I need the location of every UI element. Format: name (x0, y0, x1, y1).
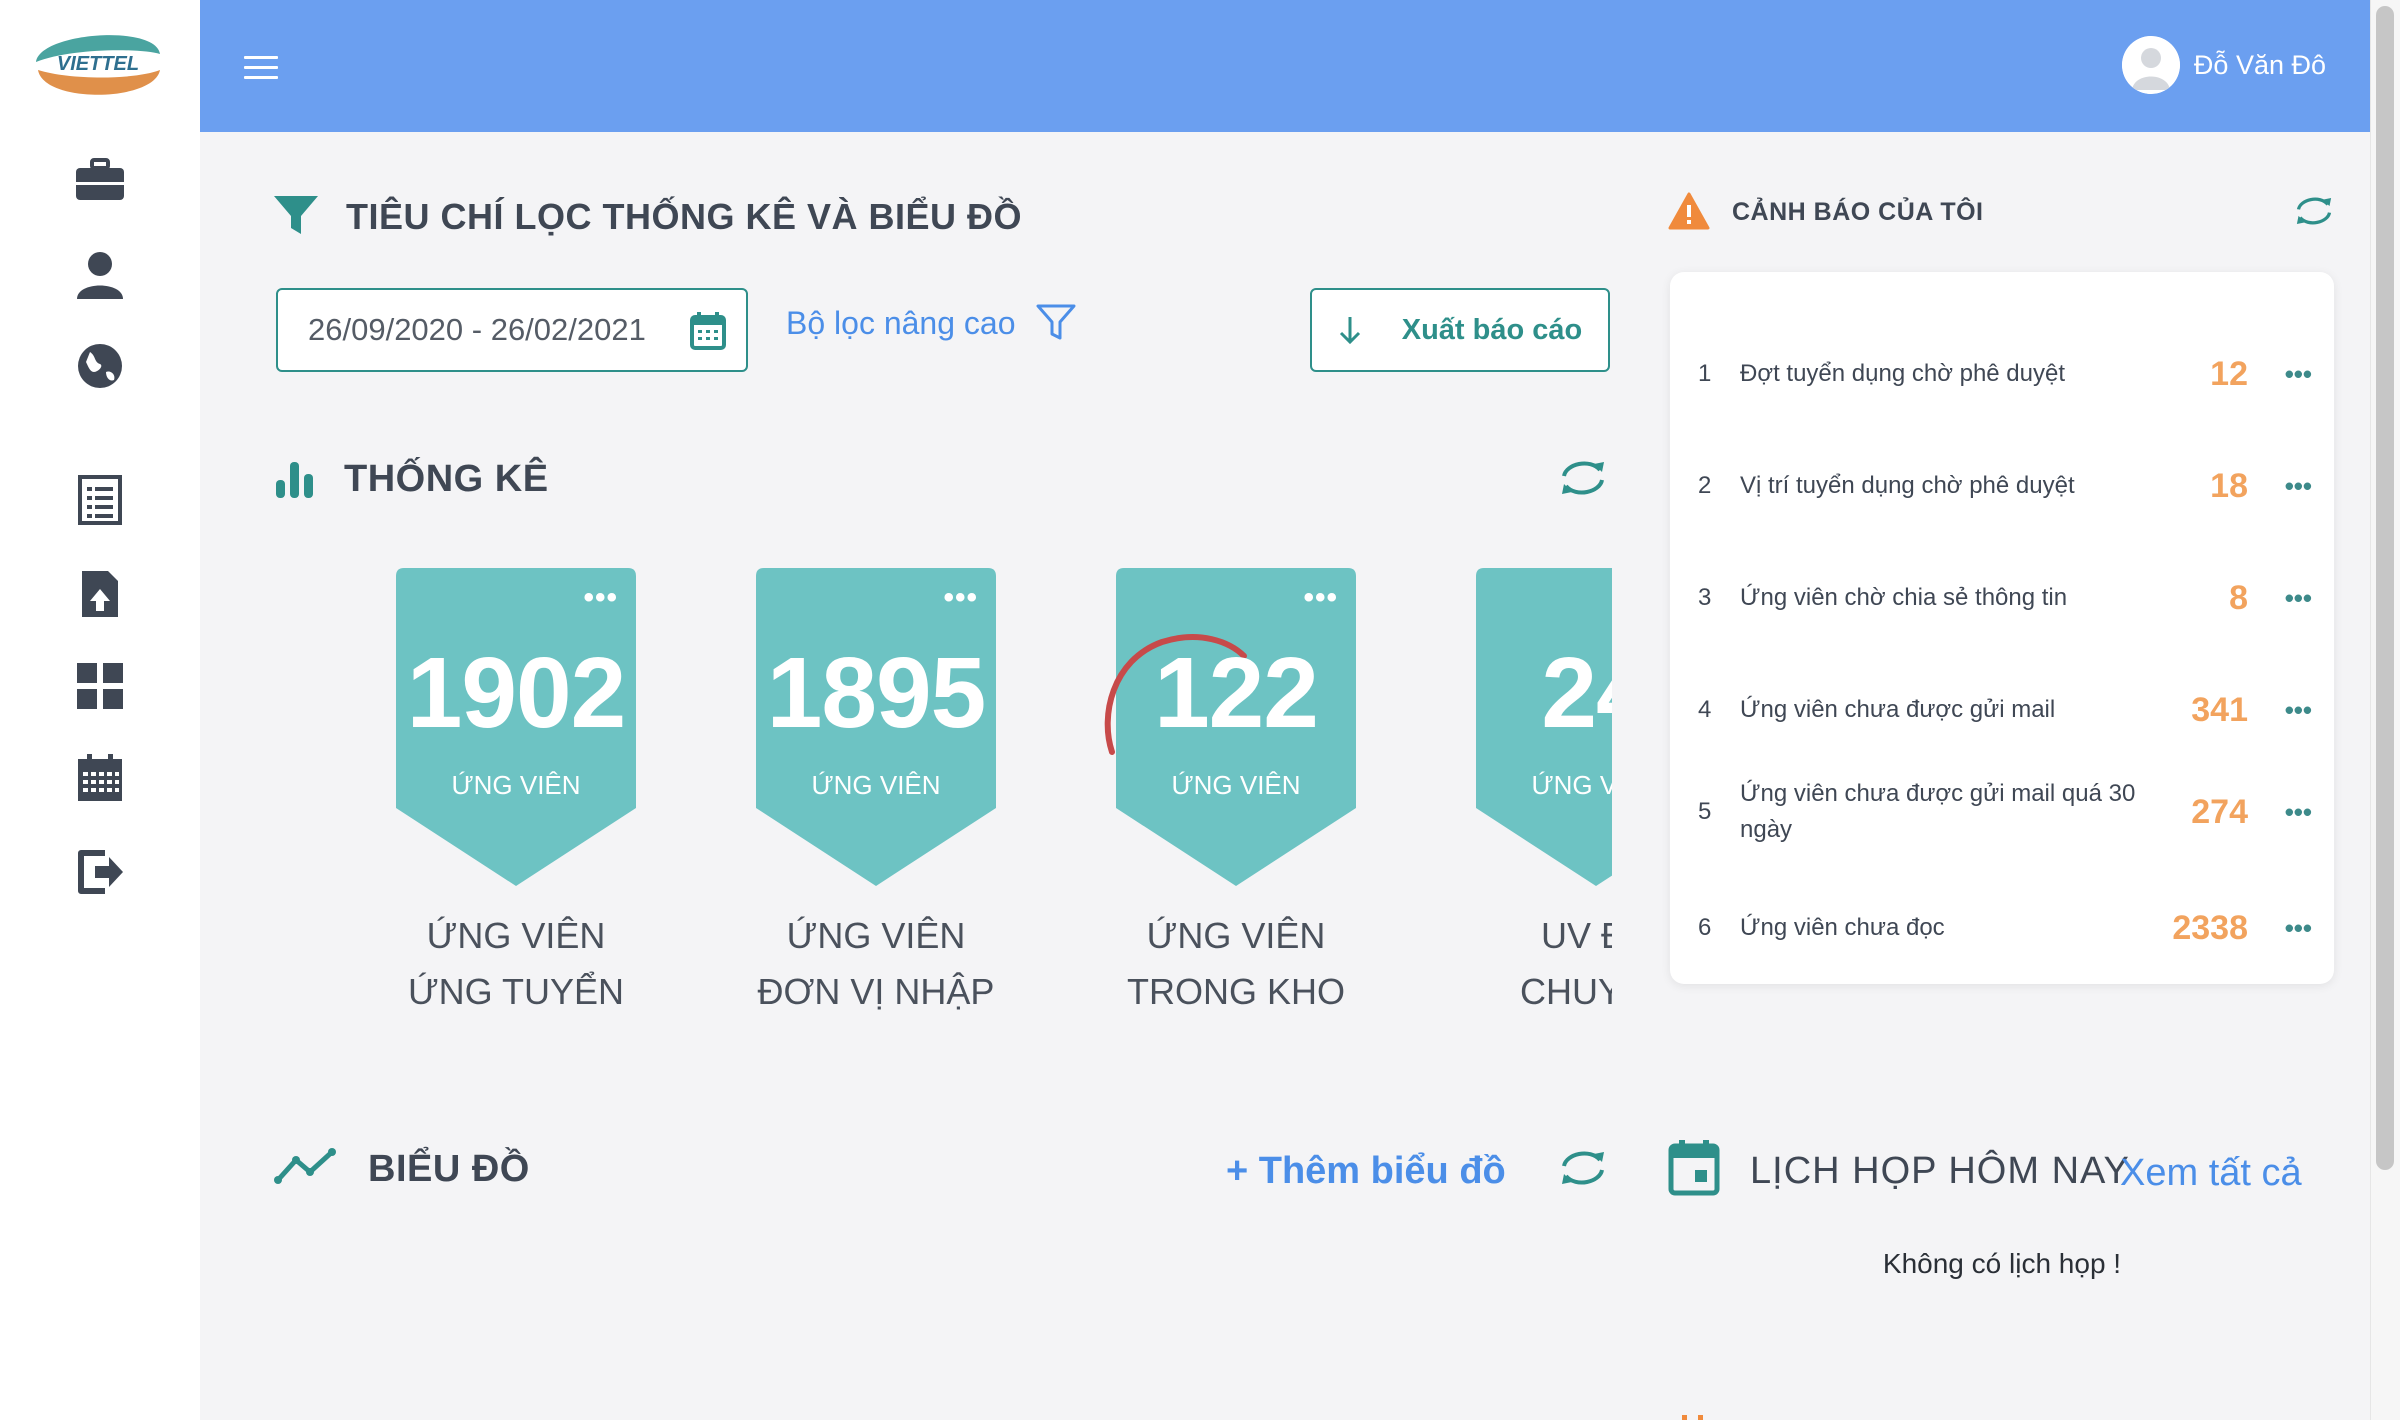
warning-row[interactable]: 1 Đợt tuyển dụng chờ phê duyệt 12 ••• (1670, 352, 2334, 396)
warning-index: 2 (1698, 472, 1712, 499)
warning-row[interactable]: 5 Ứng viên chưa được gửi mail quá 30 ngà… (1670, 772, 2334, 852)
date-range-picker[interactable]: 26/09/2020 - 26/02/2021 (276, 288, 748, 372)
stat-card-transferred[interactable]: ••• 24 ỨNG VIÊN UV ĐÃCHUYỂN (1476, 560, 1612, 1020)
card-more-icon[interactable]: ••• (1303, 583, 1338, 613)
card-unit: ỨNG VIÊN (1531, 770, 1612, 800)
refresh-charts-icon[interactable] (1556, 1146, 1610, 1195)
file-upload-icon[interactable] (70, 564, 130, 624)
sidebar: VIETTEL (0, 0, 200, 1420)
card-value: 24 (1541, 637, 1612, 749)
warnings-section-title: CẢNH BÁO CỦA TÔI (1732, 198, 1984, 226)
menu-toggle-icon[interactable] (244, 56, 278, 80)
user-icon[interactable] (70, 244, 130, 304)
warning-more-icon[interactable]: ••• (2285, 913, 2312, 944)
card-value: 1895 (766, 637, 986, 749)
warning-more-icon[interactable]: ••• (2285, 583, 2312, 614)
card-unit: ỨNG VIÊN (811, 770, 941, 800)
stats-section-title: THỐNG KÊ (344, 458, 549, 500)
refresh-stats-icon[interactable] (1556, 456, 1610, 505)
card-label: ỨNG VIÊN ỨNG TUYỂN (407, 915, 625, 1012)
warning-text: Ứng viên chưa được gửi mail (1740, 696, 2056, 723)
refresh-warnings-icon[interactable] (2292, 192, 2336, 235)
warning-count: 18 (2210, 466, 2248, 505)
warning-row[interactable]: 3 Ứng viên chờ chia sẻ thông tin 8 ••• (1670, 576, 2334, 620)
card-value: 122 (1154, 637, 1319, 749)
warning-index: 6 (1698, 914, 1712, 941)
card-label: ỨNG VIÊN TRONG KHO (1126, 915, 1345, 1012)
warning-index: 3 (1698, 584, 1712, 611)
card-unit: ỨNG VIÊN (1171, 770, 1301, 800)
filter-icon (274, 196, 318, 241)
top-bar: Đỗ Văn Đô (200, 0, 2370, 132)
warning-text: Ứng viên chưa được gửi mail quá 30 ngày (1740, 780, 2136, 843)
line-chart-icon (274, 1146, 338, 1191)
grid-icon[interactable] (70, 656, 130, 716)
card-value: 1902 (406, 637, 626, 749)
warning-text: Vị trí tuyển dụng chờ phê duyệt (1740, 472, 2075, 499)
user-name: Đỗ Văn Đô (2193, 49, 2326, 80)
logout-icon[interactable] (70, 842, 130, 902)
warning-more-icon[interactable]: ••• (2285, 471, 2312, 502)
warning-text: Ứng viên chờ chia sẻ thông tin (1740, 584, 2068, 611)
add-chart-button[interactable]: + Thêm biểu đồ (1226, 1150, 1506, 1193)
card-more-icon[interactable]: ••• (583, 583, 618, 613)
view-all-meetings-link[interactable]: Xem tất cả (2120, 1152, 2302, 1195)
warning-count: 12 (2210, 354, 2248, 393)
stat-card-in-storage[interactable]: ••• 122 ỨNG VIÊN ỨNG VIÊN TRONG KHO (1104, 560, 1356, 1020)
section-icon-partial (1676, 1410, 1710, 1420)
warning-icon (1668, 192, 1710, 235)
avatar (2121, 36, 2180, 94)
stat-cards-carousel: ••• 1902 ỨNG VIÊN ỨNG VIÊN ỨNG TUYỂN ••• … (380, 560, 1612, 1020)
list-document-icon[interactable] (70, 470, 130, 530)
advanced-filter-label: Bộ lọc nâng cao (786, 304, 1016, 341)
date-range-value: 26/09/2020 - 26/02/2021 (308, 312, 646, 347)
export-report-button[interactable]: Xuất báo cáo (1310, 288, 1610, 372)
calendar-icon[interactable] (70, 748, 130, 808)
svg-text:VIETTEL: VIETTEL (57, 53, 139, 75)
card-label: UV ĐÃCHUYỂN (1519, 915, 1612, 1012)
globe-icon[interactable] (70, 336, 130, 396)
user-menu[interactable]: Đỗ Văn Đô (2121, 36, 2326, 94)
calendar-icon (690, 312, 726, 355)
no-meetings-message: Không có lịch họp ! (1882, 1248, 2122, 1279)
meeting-calendar-icon (1668, 1140, 1720, 1201)
card-unit: ỨNG VIÊN (451, 770, 581, 800)
meetings-section-title: LỊCH HỌP HÔM NAY (1750, 1150, 2130, 1192)
briefcase-icon[interactable] (70, 150, 130, 210)
export-report-label: Xuất báo cáo (1401, 313, 1583, 346)
warning-index: 1 (1698, 360, 1712, 387)
warning-count: 2338 (2172, 908, 2248, 947)
filter-section-title: TIÊU CHÍ LỌC THỐNG KÊ VÀ BIỂU ĐỒ (346, 196, 1023, 237)
filter-outline-icon (1036, 304, 1075, 340)
stat-card-unit-entered[interactable]: ••• 1895 ỨNG VIÊN ỨNG VIÊN ĐƠN VỊ NHẬP (756, 560, 996, 1020)
warning-index: 4 (1698, 696, 1712, 723)
scrollbar-thumb[interactable] (2376, 6, 2394, 1170)
warning-index: 5 (1698, 798, 1712, 825)
advanced-filter-button[interactable]: Bộ lọc nâng cao (786, 304, 1076, 342)
warning-more-icon[interactable]: ••• (2285, 797, 2312, 828)
warning-count: 341 (2191, 690, 2248, 729)
chart-section-title: BIỂU ĐỒ (368, 1148, 530, 1190)
warning-row[interactable]: 6 Ứng viên chưa đọc 2338 ••• (1670, 906, 2334, 950)
warning-text: Đợt tuyển dụng chờ phê duyệt (1740, 360, 2066, 387)
bar-chart-icon (274, 460, 316, 503)
viettel-logo[interactable]: VIETTEL (30, 18, 166, 106)
stat-card-applicants[interactable]: ••• 1902 ỨNG VIÊN ỨNG VIÊN ỨNG TUYỂN (396, 560, 636, 1020)
warning-text: Ứng viên chưa đọc (1740, 914, 1945, 941)
card-label: ỨNG VIÊN ĐƠN VỊ NHẬP (757, 915, 995, 1012)
warning-count: 8 (2229, 578, 2248, 617)
warning-more-icon[interactable]: ••• (2285, 695, 2312, 726)
card-more-icon[interactable]: ••• (943, 583, 978, 613)
warning-more-icon[interactable]: ••• (2285, 359, 2312, 390)
arrow-down-icon (1339, 317, 1360, 345)
warnings-card: 1 Đợt tuyển dụng chờ phê duyệt 12 ••• 2 … (1670, 272, 2334, 984)
warning-row[interactable]: 2 Vị trí tuyển dụng chờ phê duyệt 18 ••• (1670, 464, 2334, 508)
warning-count: 274 (2191, 792, 2248, 831)
warning-row[interactable]: 4 Ứng viên chưa được gửi mail 341 ••• (1670, 688, 2334, 732)
